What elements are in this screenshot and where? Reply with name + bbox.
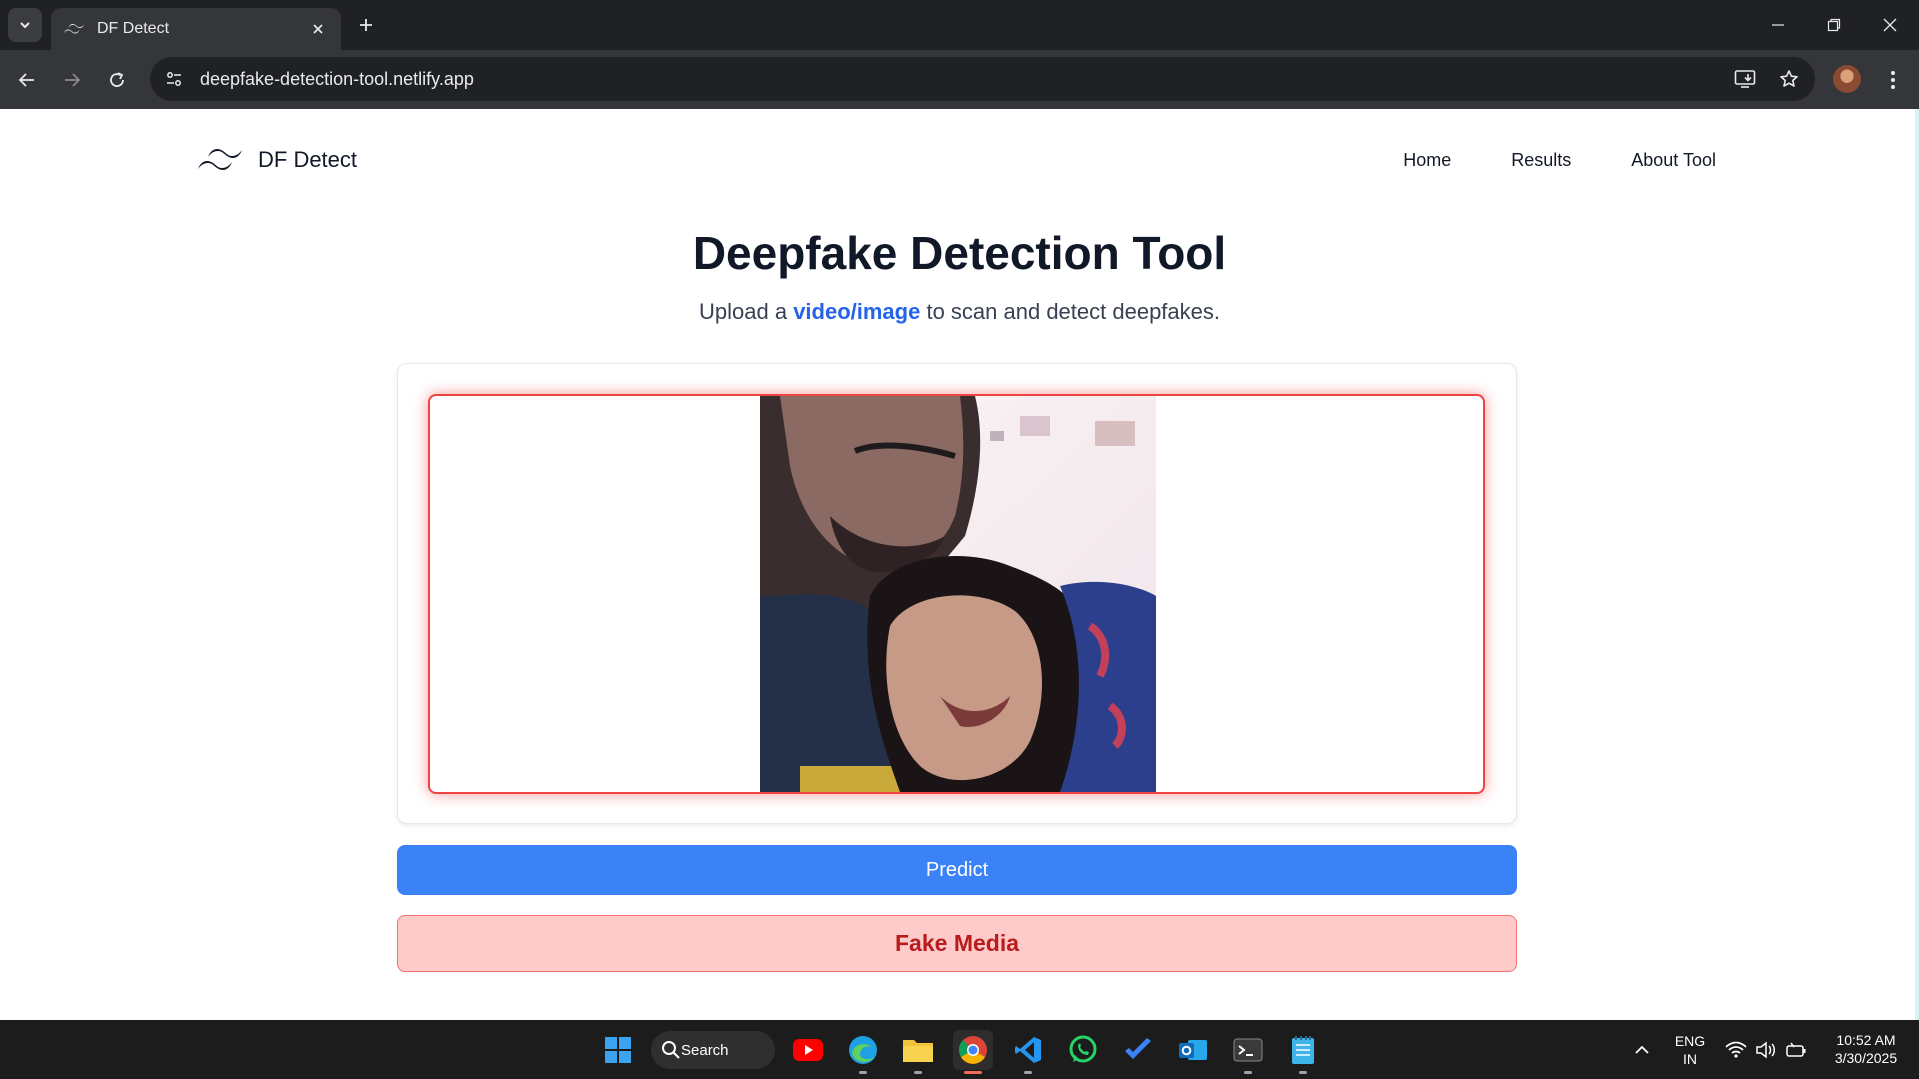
address-bar[interactable]: deepfake-detection-tool.netlify.app (150, 57, 1815, 101)
tailwind-logo-icon (198, 149, 242, 170)
tab-title: DF Detect (97, 20, 170, 37)
url-text[interactable]: deepfake-detection-tool.netlify.app (200, 69, 1727, 90)
nav-link-home[interactable]: Home (1403, 150, 1451, 171)
predict-button[interactable]: Predict (397, 845, 1517, 895)
media-preview[interactable] (428, 394, 1485, 794)
wifi-icon (1725, 1041, 1747, 1058)
browser-tab-bar: DF Detect (0, 0, 1919, 50)
search-icon (662, 1041, 680, 1059)
uploaded-image (760, 396, 1156, 792)
install-app-icon[interactable] (1727, 61, 1763, 97)
subtitle-text-after: to scan and detect deepfakes. (920, 299, 1220, 324)
outlook-icon[interactable] (1173, 1030, 1213, 1070)
page-subtitle: Upload a video/image to scan and detect … (0, 299, 1919, 325)
notepad-icon[interactable] (1283, 1030, 1323, 1074)
back-icon[interactable] (9, 62, 45, 98)
taskbar-search[interactable]: Search (651, 1031, 775, 1069)
tab-search-button[interactable] (8, 8, 42, 42)
system-tray[interactable] (1716, 1030, 1816, 1070)
page-title: Deepfake Detection Tool (692, 227, 1227, 279)
battery-icon (1786, 1042, 1806, 1057)
nav-link-results[interactable]: Results (1511, 150, 1571, 171)
language-bottom: IN (1683, 1051, 1697, 1067)
edge-browser-icon[interactable] (843, 1030, 883, 1074)
browser-toolbar: deepfake-detection-tool.netlify.app (0, 50, 1919, 109)
subtitle-text-before: Upload a (699, 299, 794, 324)
whatsapp-icon[interactable] (1063, 1030, 1103, 1070)
show-hidden-icons-chevron-icon[interactable] (1622, 1030, 1662, 1070)
reload-icon[interactable] (99, 62, 135, 98)
clock[interactable]: 10:52 AM 3/30/2025 (1818, 1031, 1914, 1067)
chrome-icon[interactable] (953, 1030, 993, 1074)
site-navbar: DF Detect Home Results About Tool (196, 133, 1716, 187)
clock-date: 3/30/2025 (1834, 1050, 1898, 1066)
nav-links: Home Results About Tool (1403, 133, 1716, 187)
taskbar-search-label: Search (681, 1041, 729, 1059)
new-tab-icon[interactable] (352, 11, 380, 39)
chevron-down-icon (20, 22, 30, 29)
language-indicator[interactable]: ENG IN (1670, 1032, 1710, 1068)
clock-time: 10:52 AM (1836, 1032, 1896, 1048)
close-window-icon[interactable] (1862, 0, 1918, 50)
close-tab-icon[interactable] (307, 18, 329, 40)
language-top: ENG (1674, 1033, 1706, 1049)
youtube-icon[interactable] (788, 1030, 828, 1070)
browser-tab[interactable]: DF Detect (51, 8, 341, 50)
forward-icon[interactable] (54, 62, 90, 98)
bookmark-star-icon[interactable] (1771, 61, 1807, 97)
todo-icon[interactable] (1118, 1030, 1158, 1070)
windows-start-icon[interactable] (598, 1030, 638, 1070)
upload-card (397, 363, 1517, 824)
minimize-icon[interactable] (1750, 0, 1806, 50)
brand[interactable]: DF Detect (196, 133, 357, 187)
restore-icon[interactable] (1806, 0, 1862, 50)
more-menu-icon[interactable] (1878, 62, 1908, 98)
file-explorer-icon[interactable] (898, 1030, 938, 1074)
brand-name: DF Detect (258, 147, 358, 172)
result-banner: Fake Media (397, 915, 1517, 972)
terminal-icon[interactable] (1228, 1030, 1268, 1074)
volume-icon (1756, 1041, 1775, 1059)
vscode-icon[interactable] (1008, 1030, 1048, 1074)
web-page: DF Detect Home Results About Tool Deepfa… (0, 109, 1919, 1020)
site-info-icon[interactable] (156, 61, 192, 97)
subtitle-highlight: video/image (793, 299, 921, 324)
nav-link-about[interactable]: About Tool (1631, 150, 1716, 171)
tailwind-logo-icon (63, 18, 85, 40)
windows-taskbar: Search ENG IN 10:52 AM 3/30/2025 (0, 1020, 1919, 1079)
profile-avatar[interactable] (1833, 65, 1861, 93)
